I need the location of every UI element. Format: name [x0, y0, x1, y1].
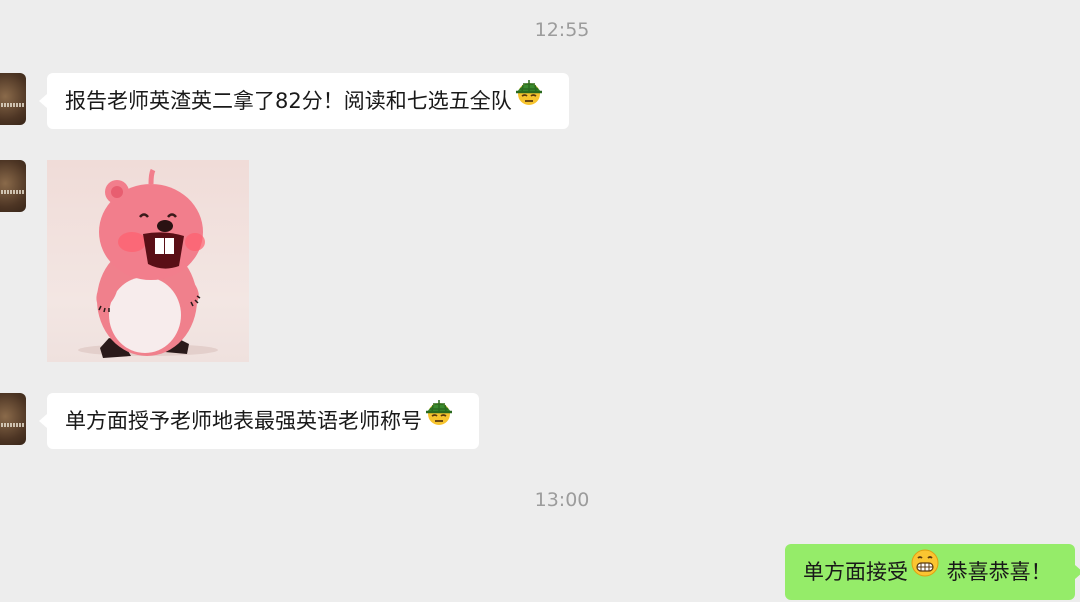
contact-avatar[interactable] [0, 160, 26, 212]
turtle-helmet-emoji-icon [514, 72, 544, 128]
message-bubble-incoming[interactable]: 单方面授予老师地表最强英语老师称号 [39, 392, 479, 449]
timestamp: 13:00 [534, 489, 590, 511]
message-text: 单方面接受 [803, 560, 908, 584]
message-text: 单方面授予老师地表最强英语老师称号 [65, 409, 422, 433]
turtle-helmet-emoji-icon [424, 392, 454, 448]
contact-avatar[interactable] [0, 73, 26, 125]
message-bubble-outgoing[interactable]: 单方面接受 恭喜恭喜！ [785, 543, 1080, 600]
message-text: 报告老师英渣英二拿了82分！阅读和七选五全队 [65, 89, 512, 113]
contact-avatar[interactable] [0, 393, 26, 445]
pink-beaver-sticker[interactable] [47, 160, 249, 362]
timestamp: 12:55 [534, 19, 590, 41]
message-text-suffix: 恭喜恭喜！ [940, 560, 1052, 584]
grinning-face-emoji-icon [910, 543, 940, 599]
message-bubble-incoming[interactable]: 报告老师英渣英二拿了82分！阅读和七选五全队 [39, 72, 569, 129]
